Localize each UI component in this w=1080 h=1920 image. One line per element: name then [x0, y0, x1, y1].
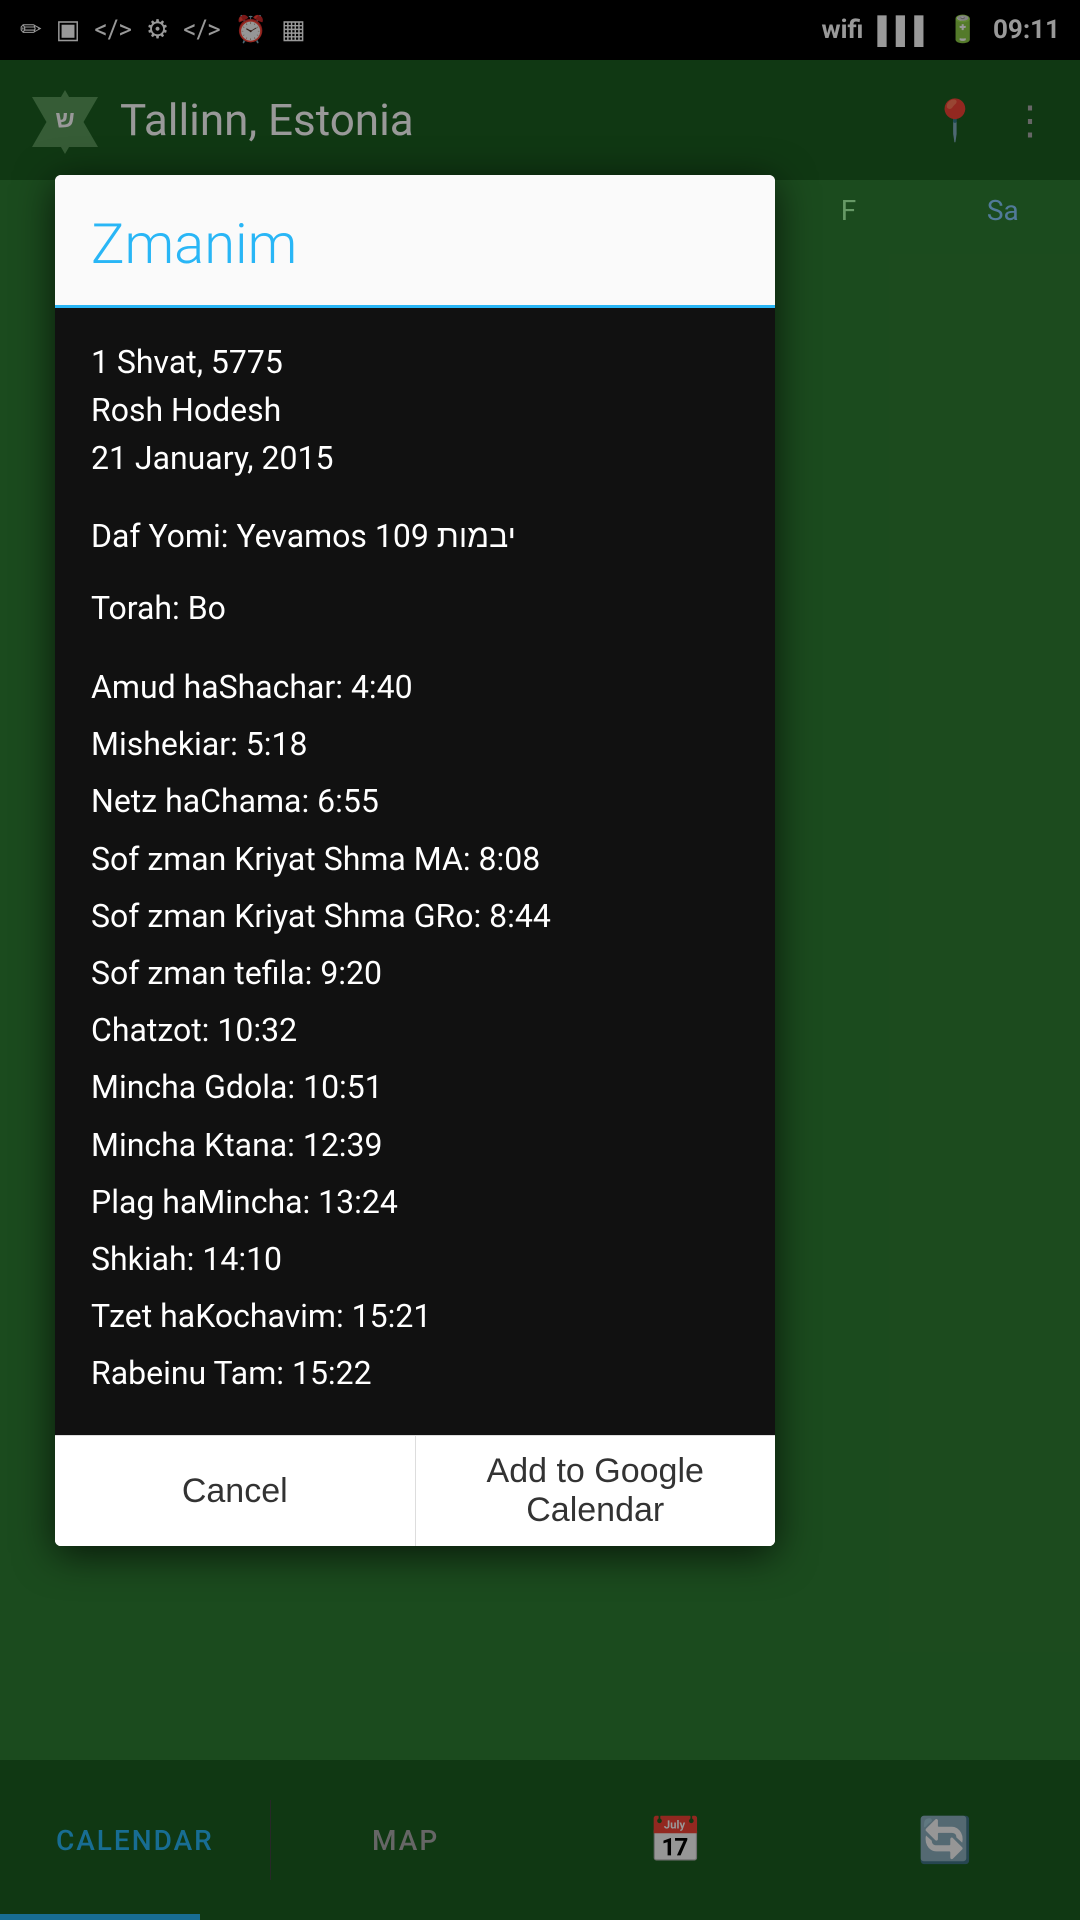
time-rabeinu-tam: Rabeinu Tam: 15:22 — [91, 1348, 739, 1399]
time-mincha-gdola: Mincha Gdola: 10:51 — [91, 1062, 739, 1113]
dialog-title-area: Zmanim — [55, 175, 775, 308]
dialog-buttons: Cancel Add to Google Calendar — [55, 1435, 775, 1546]
cancel-button[interactable]: Cancel — [55, 1436, 416, 1546]
time-sof-zman-gro: Sof zman Kriyat Shma GRo: 8:44 — [91, 891, 739, 942]
date-section: 1 Shvat, 5775 Rosh Hodesh 21 January, 20… — [91, 338, 739, 482]
time-sof-zman-ma: Sof zman Kriyat Shma MA: 8:08 — [91, 834, 739, 885]
add-to-calendar-button[interactable]: Add to Google Calendar — [416, 1436, 776, 1546]
dialog-title: Zmanim — [91, 211, 297, 277]
time-mincha-ktana: Mincha Ktana: 12:39 — [91, 1120, 739, 1171]
dialog-content: 1 Shvat, 5775 Rosh Hodesh 21 January, 20… — [55, 308, 775, 1435]
special-day: Rosh Hodesh — [91, 386, 739, 434]
time-amud-hashachar: Amud haShachar: 4:40 — [91, 662, 739, 713]
zmanim-dialog: Zmanim 1 Shvat, 5775 Rosh Hodesh 21 Janu… — [55, 175, 775, 1546]
time-plag-hamincha: Plag haMincha: 13:24 — [91, 1177, 739, 1228]
time-tzet-hakochavim: Tzet haKochavim: 15:21 — [91, 1291, 739, 1342]
time-netz-hachama: Netz haChama: 6:55 — [91, 776, 739, 827]
time-sof-zman-tefila: Sof zman tefila: 9:20 — [91, 948, 739, 999]
times-section: Amud haShachar: 4:40 Mishekiar: 5:18 Net… — [91, 662, 739, 1399]
time-chatzot: Chatzot: 10:32 — [91, 1005, 739, 1056]
daf-yomi: Daf Yomi: Yevamos 109 יבמות — [91, 512, 739, 560]
hebrew-date: 1 Shvat, 5775 — [91, 338, 739, 386]
time-mishekiar: Mishekiar: 5:18 — [91, 719, 739, 770]
torah: Torah: Bo — [91, 584, 739, 632]
gregorian-date: 21 January, 2015 — [91, 434, 739, 482]
time-shkiah: Shkiah: 14:10 — [91, 1234, 739, 1285]
